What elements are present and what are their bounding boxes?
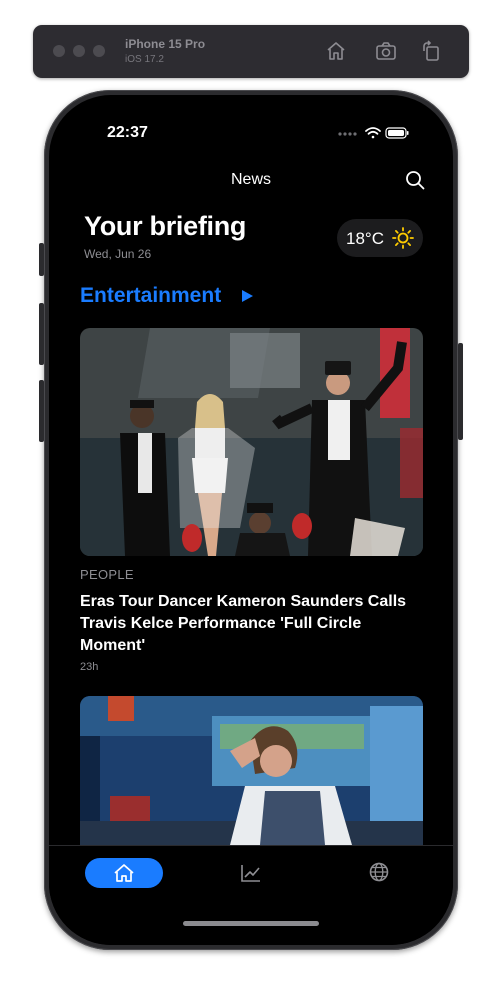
story-headline[interactable]: Eras Tour Dancer Kameron Saunders Calls …: [80, 591, 420, 657]
power-button: [458, 343, 463, 440]
story-photo: [80, 328, 423, 556]
simulator-os-version: iOS 17.2: [125, 54, 164, 65]
cellular-icon: [338, 132, 357, 136]
nav-title: News: [230, 171, 271, 188]
chart-icon[interactable]: [240, 863, 262, 883]
story-photo: [80, 696, 423, 845]
status-icons: [338, 127, 409, 139]
weather-widget[interactable]: 18°C: [337, 219, 423, 257]
search-icon[interactable]: [405, 170, 425, 190]
zoom-window-button[interactable]: [93, 45, 105, 57]
home-icon: [114, 864, 134, 882]
page-title: Your briefing: [84, 211, 247, 241]
story-image[interactable]: [80, 328, 423, 556]
camera-icon[interactable]: [374, 39, 398, 63]
story-time: 23h: [80, 661, 99, 673]
tab-home[interactable]: [85, 858, 163, 888]
app-screen: 22:37 News Your briefing Wed, Jun 26 18°…: [49, 95, 453, 945]
weather-temperature: 18°C: [346, 229, 384, 248]
wifi-icon: [365, 127, 381, 139]
story-source: PEOPLE: [80, 567, 134, 582]
volume-up-button: [39, 303, 44, 365]
sun-icon: [392, 227, 414, 249]
globe-icon[interactable]: [368, 861, 390, 883]
status-time: 22:37: [107, 124, 148, 141]
close-window-button[interactable]: [53, 45, 65, 57]
minimize-window-button[interactable]: [73, 45, 85, 57]
briefing-date: Wed, Jun 26: [84, 247, 152, 261]
action-button: [39, 243, 44, 276]
volume-down-button: [39, 380, 44, 442]
simulator-toolbar: iPhone 15 Pro iOS 17.2: [33, 25, 469, 78]
battery-icon: [385, 127, 409, 139]
section-title-entertainment[interactable]: Entertainment: [80, 284, 221, 308]
home-indicator[interactable]: [183, 921, 319, 926]
tab-bar: [49, 845, 453, 945]
home-icon[interactable]: [324, 39, 348, 63]
simulator-device-name: iPhone 15 Pro: [125, 37, 206, 51]
play-arrow-icon[interactable]: [240, 289, 254, 303]
story-image[interactable]: [80, 696, 423, 845]
status-indicators: [337, 126, 409, 145]
rotate-icon[interactable]: [419, 39, 443, 63]
